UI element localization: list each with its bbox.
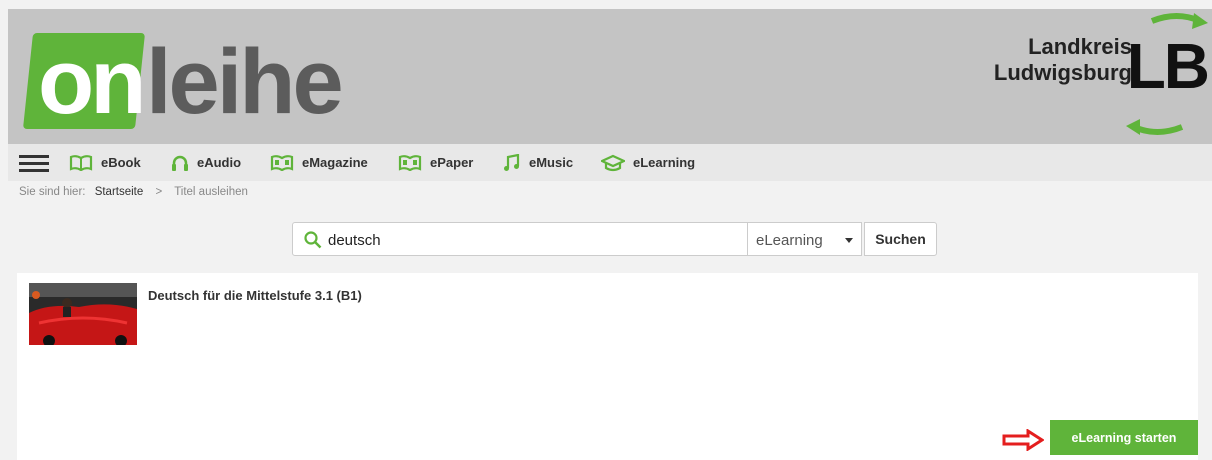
district-line-2: Ludwigsburg — [993, 60, 1132, 85]
nav-item-ebook[interactable]: eBook — [69, 144, 141, 181]
nav-item-label: eMusic — [529, 155, 574, 170]
category-select[interactable]: eLearning — [747, 222, 862, 256]
red-arrow-annotation-icon — [1002, 429, 1044, 451]
district-line-1: Landkreis — [1028, 34, 1132, 59]
category-value: eLearning — [756, 232, 823, 249]
chevron-down-icon — [845, 238, 853, 243]
open-book-icon — [69, 154, 93, 171]
main-nav: eBook eAudio eMagazine ePaper eMusic eLe… — [8, 144, 1212, 181]
title-cover-image[interactable] — [29, 283, 137, 345]
title-name[interactable]: Deutsch für die Mittelstufe 3.1 (B1) — [148, 288, 362, 303]
graduation-cap-icon — [601, 154, 625, 171]
search-value: deutsch — [328, 232, 381, 249]
breadcrumb-current: Titel ausleihen — [174, 186, 248, 198]
headphones-icon — [172, 155, 188, 171]
logo-leihe-text: leihe — [146, 31, 344, 133]
nav-item-label: eLearning — [633, 155, 696, 170]
search-button[interactable]: Suchen — [864, 222, 937, 256]
onleihe-logo[interactable]: on leihe — [22, 27, 348, 137]
breadcrumb: Sie sind hier: Startseite > Titel auslei… — [19, 186, 248, 198]
nav-item-label: eBook — [101, 155, 141, 170]
search-icon — [304, 231, 322, 249]
nav-item-epaper[interactable]: ePaper — [398, 144, 473, 181]
music-note-icon — [504, 153, 520, 171]
breadcrumb-prefix: Sie sind hier: — [19, 186, 86, 198]
lb-logo-letters: LB — [1126, 30, 1210, 102]
nav-item-elearning[interactable]: eLearning — [601, 144, 695, 181]
nav-item-eaudio[interactable]: eAudio — [171, 144, 241, 181]
logo-on-text: on — [38, 31, 146, 133]
breadcrumb-separator: > — [155, 186, 163, 198]
menu-icon[interactable] — [19, 155, 49, 172]
newspaper-icon — [398, 154, 422, 171]
cover-image — [29, 283, 137, 345]
search-input[interactable]: deutsch — [292, 222, 748, 256]
site-header: on leihe Landkreis Ludwigsburg LB — [8, 9, 1212, 144]
nav-item-label: ePaper — [430, 155, 474, 170]
nav-item-emusic[interactable]: eMusic — [503, 144, 573, 181]
breadcrumb-home-link[interactable]: Startseite — [95, 186, 144, 198]
nav-item-label: eMagazine — [302, 155, 368, 170]
elearning-start-button[interactable]: eLearning starten — [1050, 420, 1198, 455]
nav-item-label: eAudio — [197, 155, 242, 170]
magazine-icon — [270, 154, 294, 171]
district-name: Landkreis Ludwigsburg — [994, 34, 1132, 86]
nav-item-emagazine[interactable]: eMagazine — [270, 144, 368, 181]
